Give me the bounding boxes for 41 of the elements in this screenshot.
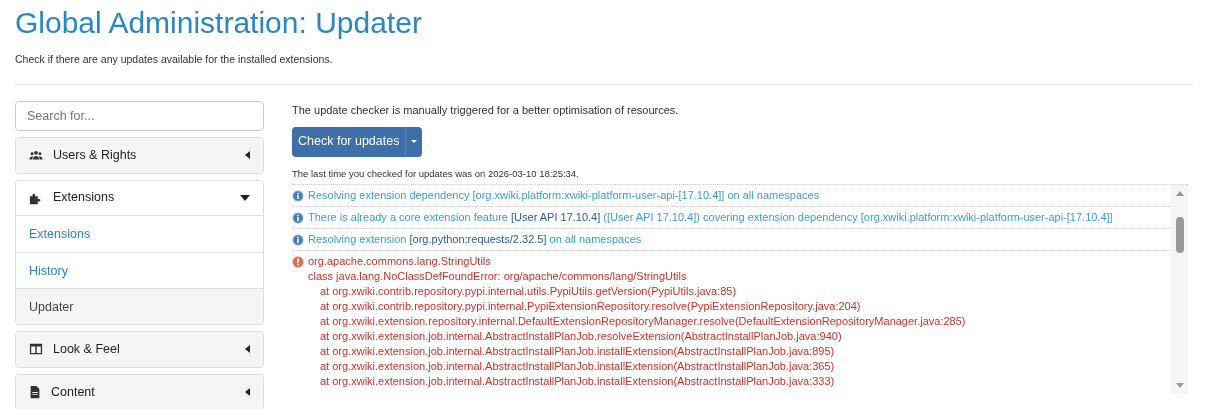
stack-trace-line: at org.xwiki.contrib.repository.pypi.internal.utils.PypiUtils.getVersion(PypiUtils.java:85) bbox=[319, 284, 738, 299]
log-message: There is already a core extension feature [User API 17.10.4] ([User API 17.10.4]) covering extension dependency [org.xwiki.platform:xwiki-platform-user-api-[17.10.4]] bbox=[308, 210, 1113, 225]
stack-trace-line: at org.xwiki.extension.job.internal.AbstractInstallPlanJob.installExtension(AbstractInstallPlanJob.java:895) bbox=[319, 344, 836, 359]
check-updates-button[interactable]: Check for updates bbox=[292, 126, 406, 157]
category-header[interactable]: Content bbox=[16, 374, 263, 409]
columns-icon bbox=[29, 342, 43, 357]
info-icon bbox=[292, 212, 304, 224]
last-check-text: The last time you checked for updates was on 2026-03-10 18:25:34. bbox=[292, 166, 580, 181]
log-message: Resolving extension [org.python:requests/2.32.5] on all namespaces bbox=[308, 232, 642, 247]
dropdown-toggle[interactable] bbox=[405, 126, 423, 157]
scroll-down-icon[interactable] bbox=[1175, 383, 1184, 388]
document-icon bbox=[29, 385, 41, 400]
stack-trace-line: at org.xwiki.extension.job.internal.AbstractInstallPlanJob.installExtension(AbstractInstallPlanJob.java:333) bbox=[319, 374, 836, 389]
scroll-up-icon[interactable] bbox=[1175, 191, 1184, 196]
log-message: Resolving extension dependency [org.xwiki.platform:xwiki-platform-user-api-[17.10.4]] on all namespaces bbox=[308, 188, 820, 203]
caret-left-icon bbox=[245, 151, 250, 160]
stack-trace-line: at org.xwiki.extension.repository.internal.DefaultExtensionRepositoryManager.resolve(DefaultExtensionRepositoryManager.java:285) bbox=[319, 314, 966, 329]
stack-trace-line: at org.xwiki.extension.job.internal.AbstractInstallPlanJob.installExtension(AbstractInstallPlanJob.java:365) bbox=[319, 359, 836, 374]
caret-down-icon bbox=[240, 194, 250, 201]
error-message: org.apache.commons.lang.StringUtils bbox=[308, 254, 492, 269]
info-icon bbox=[292, 190, 304, 202]
scroll-thumb[interactable] bbox=[1175, 216, 1184, 253]
page-subtitle: Check if there are any updates available for the installed extensions. bbox=[15, 52, 334, 67]
error-icon bbox=[292, 256, 304, 268]
category-header[interactable]: Look & Feel bbox=[16, 331, 263, 367]
page-title: Global Administration: Updater bbox=[15, 5, 423, 41]
category-header[interactable]: Users & Rights bbox=[16, 137, 263, 173]
sidebar-link[interactable]: Updater bbox=[16, 287, 263, 324]
category-header[interactable]: Extensions bbox=[16, 180, 263, 216]
stack-trace-line: at org.xwiki.contrib.repository.pypi.internal.PypiExtensionRepository.resolve(PypiExtensionRepository.java:204) bbox=[319, 299, 862, 314]
sidebar-link[interactable]: Extensions bbox=[16, 215, 263, 252]
error-detail: class java.lang.NoClassDefFoundError: org/apache/commons/lang/StringUtils bbox=[308, 269, 688, 284]
caret-down-icon bbox=[411, 140, 418, 144]
intro-text: The update checker is manually triggered for a better optimisation of resources. bbox=[292, 102, 680, 117]
caret-left-icon bbox=[245, 345, 250, 354]
sidebar-link[interactable]: History bbox=[16, 251, 263, 288]
search-field[interactable]: Search for... bbox=[15, 100, 264, 131]
caret-left-icon bbox=[245, 388, 250, 397]
scrollbar[interactable] bbox=[1171, 185, 1188, 394]
info-icon bbox=[292, 234, 304, 246]
stack-trace-line: at org.xwiki.extension.job.internal.AbstractInstallPlanJob.resolveExtension(AbstractInstallPlanJob.java:940) bbox=[319, 329, 843, 344]
